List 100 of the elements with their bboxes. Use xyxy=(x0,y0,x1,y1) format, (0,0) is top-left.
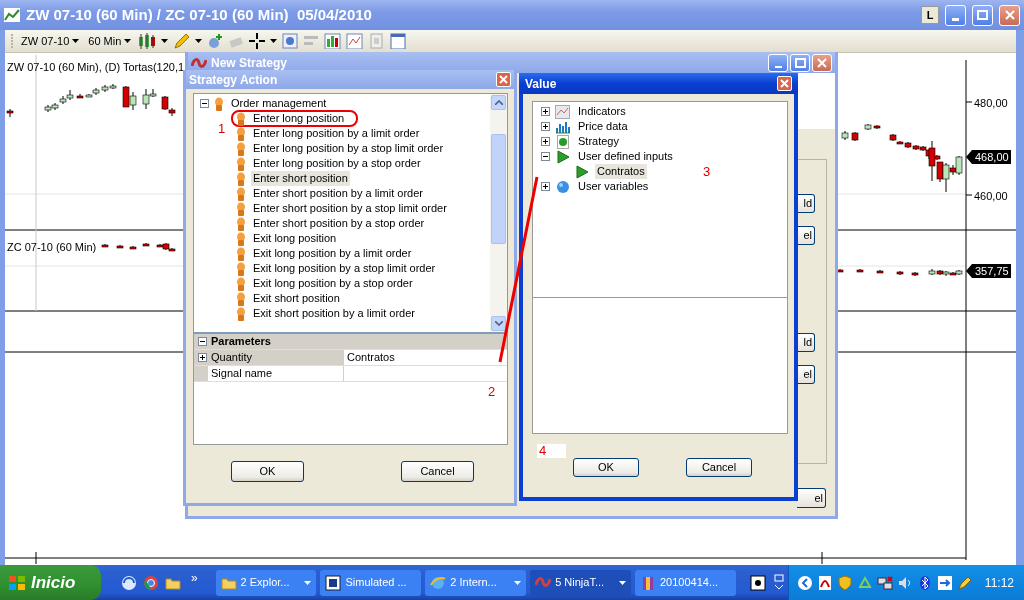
scroll-down-button[interactable] xyxy=(491,316,506,331)
line-chart-icon[interactable] xyxy=(346,33,364,49)
collapse-icon[interactable] xyxy=(198,337,207,346)
caret-icon[interactable] xyxy=(270,39,278,43)
start-button[interactable]: Inicio xyxy=(0,565,101,600)
tree-item[interactable]: Price data xyxy=(576,119,630,134)
tree-item[interactable]: Enter long position by a stop order xyxy=(251,156,423,171)
close-button[interactable] xyxy=(999,4,1020,26)
play-icon xyxy=(555,149,571,164)
interval-dropdown[interactable]: 60 Min xyxy=(86,32,134,50)
tree-item[interactable]: Order management xyxy=(229,96,329,111)
cancel-button[interactable]: Cancel xyxy=(686,458,752,477)
chevron-icon[interactable] xyxy=(796,574,813,591)
tree-item[interactable]: Enter short position by a limit order xyxy=(251,186,425,201)
expand-icon[interactable] xyxy=(198,353,207,362)
hand-icon xyxy=(236,201,246,216)
tree-item[interactable]: User defined inputs xyxy=(576,149,675,164)
caret-icon[interactable] xyxy=(161,39,169,43)
maximize-button[interactable] xyxy=(972,4,993,26)
hand-icon xyxy=(236,141,246,156)
expand-icon[interactable] xyxy=(541,107,550,116)
pencil-icon[interactable] xyxy=(173,33,191,49)
scroll-thumb[interactable] xyxy=(491,134,506,244)
play-icon xyxy=(574,164,590,179)
toolbar-grip[interactable] xyxy=(11,33,14,49)
link-button[interactable]: L xyxy=(921,6,939,24)
tree-item[interactable]: Exit short position by a limit order xyxy=(251,306,417,321)
scroll-up-button[interactable] xyxy=(491,95,506,110)
window-title: New Strategy xyxy=(211,54,288,72)
price-label: 460,00 xyxy=(974,189,1008,204)
shield-icon[interactable] xyxy=(836,574,853,591)
hand-icon xyxy=(236,186,246,201)
sphere-icon xyxy=(555,179,571,194)
tree-item[interactable]: Enter long position by a stop limit order xyxy=(251,141,446,156)
close-icon xyxy=(817,57,827,68)
ok-button[interactable]: OK xyxy=(573,458,639,477)
dialog-button[interactable]: el xyxy=(797,488,826,508)
tree-item[interactable]: Exit short position xyxy=(251,291,342,306)
bar-chart-icon xyxy=(555,119,571,134)
window-icon[interactable] xyxy=(390,33,407,49)
taskbar-button[interactable]: 2 Intern... xyxy=(425,569,527,596)
caret-icon[interactable] xyxy=(72,39,80,43)
bar-chart-icon[interactable] xyxy=(324,33,342,49)
close-button[interactable] xyxy=(496,72,511,87)
tree-item[interactable]: Enter long position by a limit order xyxy=(251,126,422,141)
tree-item[interactable]: Exit long position xyxy=(251,231,339,246)
hand-icon xyxy=(236,111,246,126)
tree-item[interactable]: Contratos xyxy=(595,164,647,179)
tree-item[interactable]: Enter short position by a stop limit order xyxy=(251,201,449,216)
hand-icon xyxy=(236,276,246,291)
minimize-button[interactable] xyxy=(945,4,966,26)
maximize-button[interactable] xyxy=(790,53,810,72)
globe-icon[interactable] xyxy=(282,33,299,49)
dollar-document-icon xyxy=(555,134,571,149)
collapse-icon[interactable] xyxy=(200,99,209,108)
minimize-button[interactable] xyxy=(768,53,788,72)
tree-item[interactable]: User variables xyxy=(576,179,651,194)
chart-icon xyxy=(4,8,20,22)
collapse-icon[interactable] xyxy=(541,152,550,161)
tree-item[interactable]: Indicators xyxy=(576,104,628,119)
taskbar-button[interactable]: 5 NinjaT... xyxy=(530,569,631,596)
tree-item[interactable]: Enter short position xyxy=(251,171,350,186)
annotation-number: 4 xyxy=(537,444,567,458)
crosshair-icon[interactable] xyxy=(249,33,266,49)
hand-icon xyxy=(236,171,246,186)
taskbar-button[interactable]: 20100414... xyxy=(635,569,736,596)
annotation-number: 3 xyxy=(703,165,711,179)
cancel-button[interactable]: Cancel xyxy=(401,461,474,482)
taskbar-button[interactable]: 2 Explor... xyxy=(215,569,317,596)
candlestick-icon[interactable] xyxy=(138,33,157,49)
expand-icon[interactable] xyxy=(541,122,550,131)
close-button[interactable] xyxy=(777,76,792,91)
network-icon[interactable] xyxy=(876,574,893,591)
pen-icon[interactable] xyxy=(956,574,973,591)
windows-flag-icon xyxy=(8,574,26,591)
tree-item[interactable]: Exit long position by a stop limit order xyxy=(251,261,438,276)
maximize-icon xyxy=(977,10,988,20)
expand-icon[interactable] xyxy=(541,182,550,191)
tree-item[interactable]: Enter long position xyxy=(251,111,347,126)
tree-item[interactable]: Exit long position by a limit order xyxy=(251,246,414,261)
caret-icon[interactable] xyxy=(619,580,626,585)
hand-icon xyxy=(236,216,246,231)
tree-item[interactable]: Enter short position by a stop order xyxy=(251,216,427,231)
chevron-up-icon xyxy=(494,100,503,105)
taskbar-button[interactable]: Simulated ... xyxy=(320,569,422,596)
property-name[interactable]: Signal name xyxy=(211,365,273,382)
clock: 11:12 xyxy=(984,574,1014,592)
overflow-button[interactable]: » xyxy=(186,568,206,597)
caret-icon[interactable] xyxy=(195,39,203,43)
caret-icon[interactable] xyxy=(124,39,132,43)
expand-icon[interactable] xyxy=(541,137,550,146)
close-button[interactable] xyxy=(812,53,832,72)
ok-button[interactable]: OK xyxy=(231,461,304,482)
property-value[interactable]: Contratos xyxy=(347,351,395,364)
window-title: Value xyxy=(525,75,557,93)
instrument-dropdown[interactable]: ZW 07-10 xyxy=(19,32,82,50)
tree-item[interactable]: Strategy xyxy=(576,134,621,149)
tree-item[interactable]: Exit long position by a stop order xyxy=(251,276,415,291)
pdf-icon[interactable] xyxy=(816,574,833,591)
hand-icon xyxy=(214,96,224,111)
